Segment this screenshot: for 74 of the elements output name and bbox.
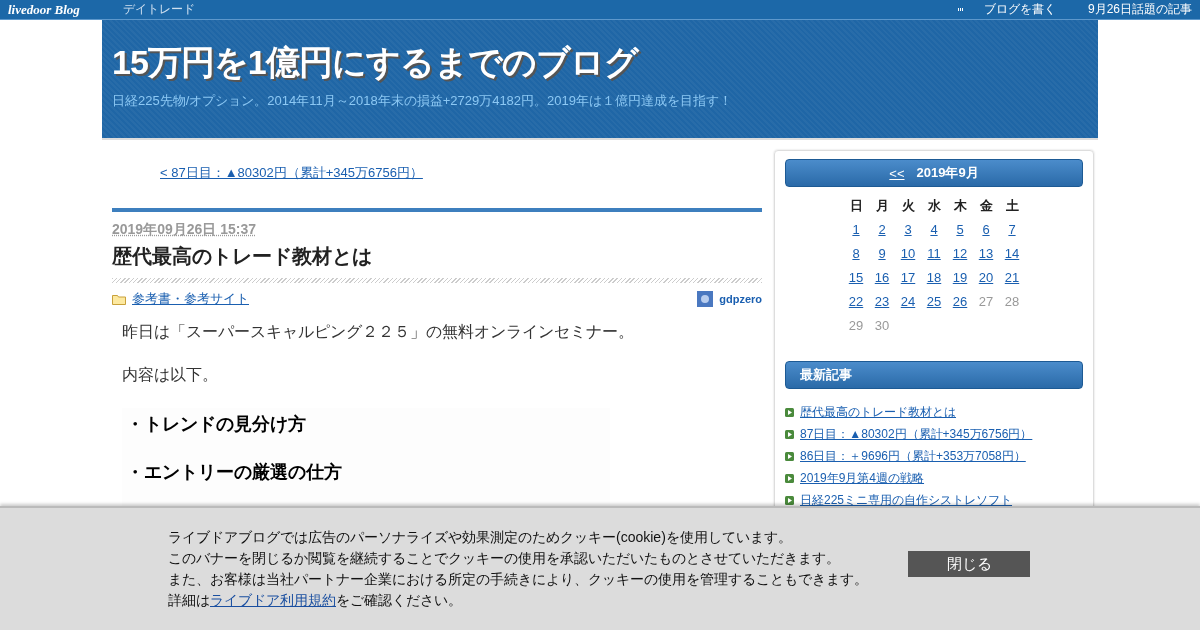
post-date: 2019年09月26日 15:37 xyxy=(112,221,257,239)
cookie-notice-line: このバナーを閉じるか閲覧を継続することでクッキーの使用を承認いただいたものとさせていただきます。 xyxy=(168,549,841,568)
calendar-day[interactable]: 16 xyxy=(874,269,890,285)
previous-month-link[interactable]: << xyxy=(889,165,905,181)
weekday-label: 金 xyxy=(978,197,994,215)
calendar-day[interactable]: 7 xyxy=(1008,221,1016,237)
topbar-link[interactable]: 9月26日話題の記事 xyxy=(1087,1,1192,18)
calendar-day[interactable]: 24 xyxy=(900,293,916,309)
weekday-label: 日 xyxy=(848,197,864,215)
bullet-icon xyxy=(785,429,794,439)
calendar-day[interactable]: 9 xyxy=(878,245,886,261)
calendar-day[interactable]: 2 xyxy=(878,221,886,237)
close-button[interactable]: 閉じる xyxy=(908,551,1030,577)
calendar-day[interactable]: 8 xyxy=(852,245,860,261)
cookie-notice-line: 詳細はライブドア利用規約をご確認ください。 xyxy=(168,591,463,610)
calendar-day[interactable]: 25 xyxy=(926,293,942,309)
category-link[interactable]: デイトレード xyxy=(123,1,195,18)
image-text-line: ・エントリーの厳選の仕方 xyxy=(126,460,343,484)
weekday-label: 水 xyxy=(926,197,942,215)
calendar-day[interactable]: 3 xyxy=(904,221,912,237)
calendar-day[interactable]: 4 xyxy=(930,221,938,237)
calendar-day[interactable]: 26 xyxy=(952,293,968,309)
recent-post-link[interactable]: 歴代最高のトレード教材とは xyxy=(800,403,956,421)
folder-icon xyxy=(112,293,126,305)
dots-icon xyxy=(957,7,964,12)
calendar-day[interactable]: 23 xyxy=(874,293,890,309)
weekday-label: 土 xyxy=(1004,197,1020,215)
calendar-day[interactable]: 15 xyxy=(848,269,864,285)
previous-post-link[interactable]: < 87日目：▲80302円（累計+345万6756円） xyxy=(160,164,762,182)
calendar-day[interactable]: 17 xyxy=(900,269,916,285)
category-link[interactable]: 参考書・参考サイト xyxy=(132,290,249,308)
recent-post-link[interactable]: 87日目：▲80302円（累計+345万6756円） xyxy=(800,425,1033,443)
calendar-day: 27 xyxy=(978,293,994,309)
calendar-day[interactable]: 19 xyxy=(952,269,968,285)
calendar-day[interactable]: 18 xyxy=(926,269,942,285)
bullet-icon xyxy=(785,473,794,483)
bullet-icon xyxy=(785,407,794,417)
topbar-link[interactable]: ブログを書く xyxy=(983,1,1056,18)
terms-link[interactable]: ライブドア利用規約 xyxy=(210,592,336,608)
bullet-icon xyxy=(785,451,794,461)
calendar-day[interactable]: 14 xyxy=(1004,245,1020,261)
post-title[interactable]: 歴代最高のトレード教材とは xyxy=(112,243,762,270)
recent-post-link[interactable]: 日経225ミニ専用の自作シストレソフト xyxy=(800,491,1013,509)
calendar-day[interactable]: 13 xyxy=(978,245,994,261)
calendar-month: 2019年9月 xyxy=(916,164,979,182)
calendar-day[interactable]: 5 xyxy=(956,221,964,237)
image-text-line: ・トレンドの見分け方 xyxy=(126,412,307,436)
calendar-day: 29 xyxy=(848,317,864,333)
weekday-label: 木 xyxy=(952,197,968,215)
weekday-label: 月 xyxy=(874,197,890,215)
calendar-day[interactable]: 22 xyxy=(848,293,864,309)
bullet-icon xyxy=(785,495,794,505)
calendar-day: 30 xyxy=(874,317,890,333)
avatar-icon xyxy=(697,291,714,307)
section-title: 最新記事 xyxy=(800,366,852,384)
paragraph: 内容は以下。 xyxy=(122,365,219,385)
calendar-day[interactable]: 6 xyxy=(982,221,990,237)
cookie-notice-line: また、お客様は当社パートナー企業における所定の手続きにより、クッキーの使用を管理することもできます。 xyxy=(168,570,869,589)
cookie-notice-line: ライブドアブログでは広告のパーソナライズや効果測定のためクッキー(cookie)を使用しています。 xyxy=(168,528,793,547)
calendar-day[interactable]: 1 xyxy=(852,221,860,237)
blog-title[interactable]: 15万円を1億円にするまでのブログ xyxy=(112,20,1088,86)
paragraph: 昨日は「スーパースキャルピング２２５」の無料オンラインセミナー。 xyxy=(122,322,635,342)
calendar-day[interactable]: 12 xyxy=(952,245,968,261)
calendar-day[interactable]: 10 xyxy=(900,245,916,261)
calendar-day: 28 xyxy=(1004,293,1020,309)
blog-logo[interactable]: livedoor Blog xyxy=(8,1,113,18)
blog-description: 日経225先物/オプション。2014年11月～2018年末の損益+2729万4182円。2019年は１億円達成を目指す！ xyxy=(112,92,733,110)
calendar-day[interactable]: 21 xyxy=(1004,269,1020,285)
calendar-day[interactable]: 20 xyxy=(978,269,994,285)
calendar-day[interactable]: 11 xyxy=(927,245,941,261)
recent-post-link[interactable]: 2019年9月第4週の戦略 xyxy=(800,469,925,487)
weekday-label: 火 xyxy=(900,197,916,215)
author-link[interactable]: gdpzero xyxy=(719,293,762,305)
recent-post-link[interactable]: 86日目：＋9696円（累計+353万7058円） xyxy=(800,447,1026,465)
